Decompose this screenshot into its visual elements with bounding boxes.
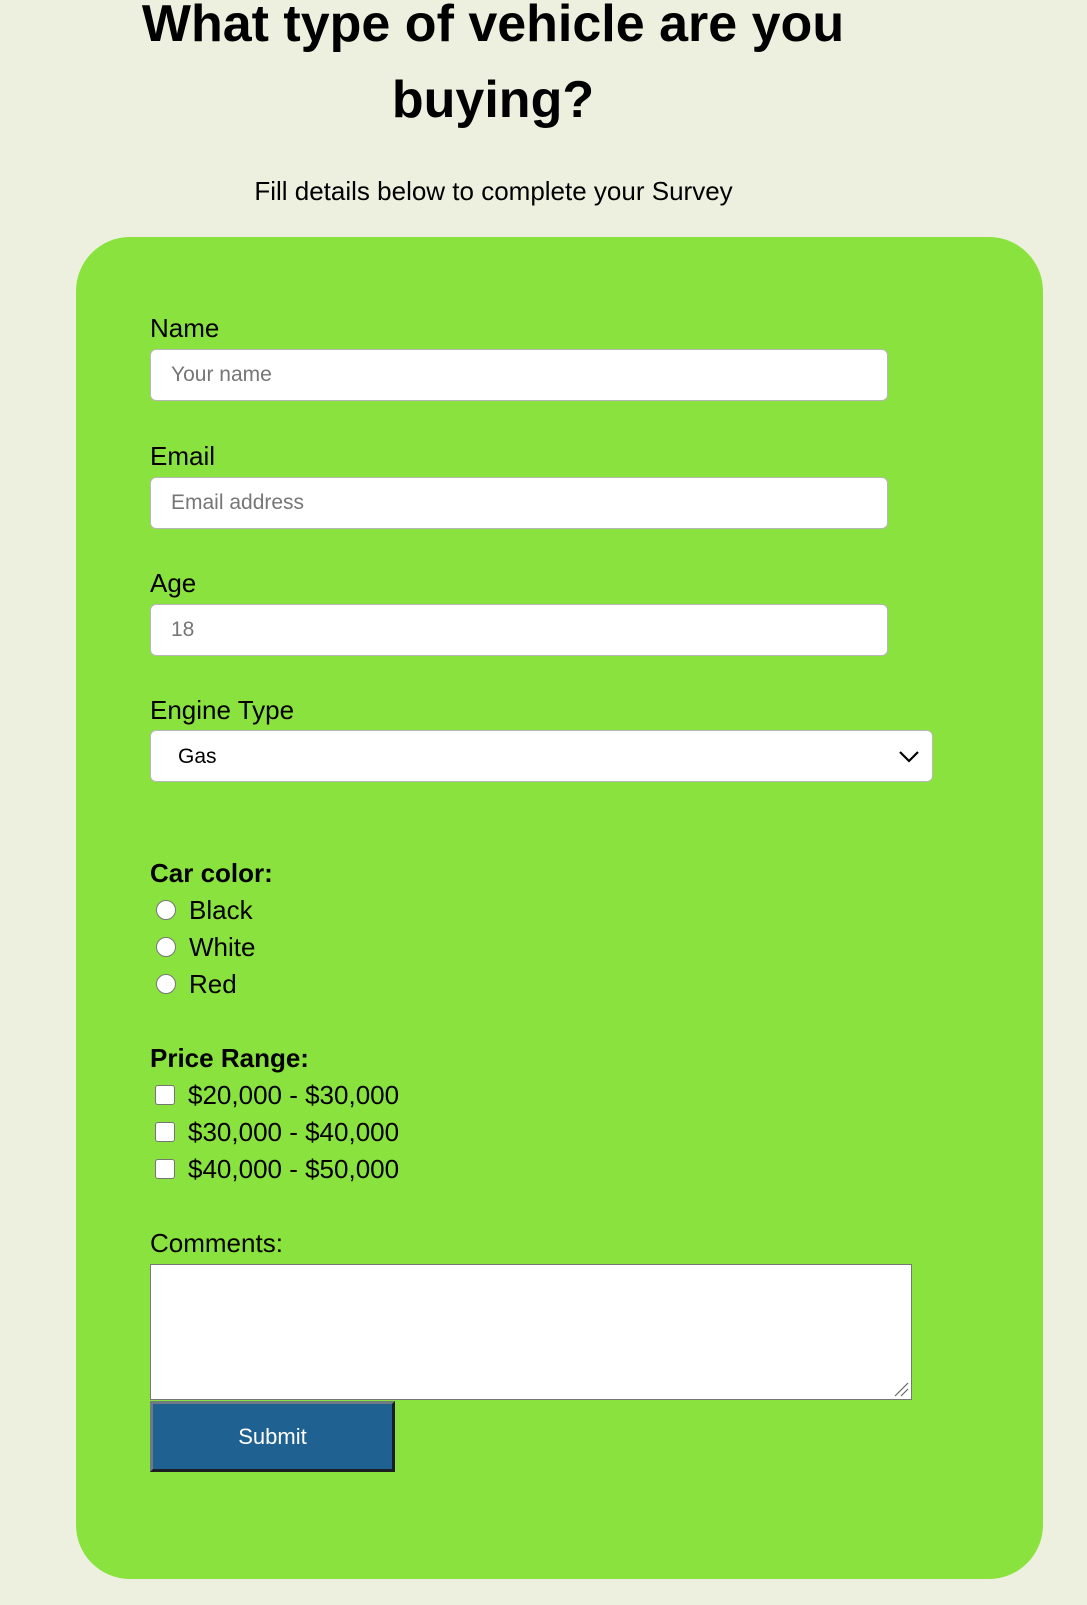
resize-handle-icon[interactable] — [891, 1379, 909, 1397]
price-range-label: Price Range: — [150, 1043, 309, 1073]
price-range-option-label: $40,000 - $50,000 — [188, 1154, 400, 1184]
comments-label: Comments: — [150, 1228, 283, 1258]
car-color-option-red[interactable]: Red — [156, 969, 237, 999]
age-input[interactable] — [150, 604, 888, 656]
price-range-option-3[interactable]: $40,000 - $50,000 — [155, 1154, 399, 1184]
page-title: What type of vehicle are you buying? — [141, 0, 845, 129]
price-range-option-label: $20,000 - $30,000 — [188, 1080, 400, 1110]
engine-type-selected-value: Gas — [178, 745, 217, 768]
car-color-option-white[interactable]: White — [156, 932, 255, 962]
radio-button[interactable] — [156, 937, 176, 957]
survey-form: Name Email Age Engine Type Gas Car color… — [76, 237, 1043, 1579]
car-color-option-black[interactable]: Black — [156, 895, 253, 925]
radio-button[interactable] — [156, 974, 176, 994]
submit-button[interactable]: Submit — [150, 1401, 395, 1472]
price-range-option-1[interactable]: $20,000 - $30,000 — [155, 1080, 399, 1110]
checkbox[interactable] — [155, 1085, 175, 1105]
page-subtitle: Fill details below to complete your Surv… — [254, 176, 733, 206]
chevron-down-icon — [899, 751, 919, 763]
name-input[interactable] — [150, 349, 888, 401]
survey-page: What type of vehicle are you buying? Fil… — [0, 0, 1087, 1605]
price-range-option-label: $30,000 - $40,000 — [188, 1117, 400, 1147]
car-color-option-label: Black — [189, 895, 253, 925]
email-input[interactable] — [150, 477, 888, 529]
checkbox[interactable] — [155, 1159, 175, 1179]
age-label: Age — [150, 568, 197, 598]
car-color-label: Car color: — [150, 858, 273, 888]
engine-type-label: Engine Type — [150, 695, 295, 725]
checkbox[interactable] — [155, 1122, 175, 1142]
engine-type-select[interactable]: Gas — [150, 730, 933, 782]
price-range-option-2[interactable]: $30,000 - $40,000 — [155, 1117, 399, 1147]
email-label: Email — [150, 441, 216, 471]
comments-textarea[interactable] — [150, 1264, 912, 1400]
car-color-option-label: Red — [189, 969, 237, 999]
radio-button[interactable] — [156, 900, 176, 920]
car-color-option-label: White — [189, 932, 256, 962]
name-label: Name — [150, 313, 220, 343]
